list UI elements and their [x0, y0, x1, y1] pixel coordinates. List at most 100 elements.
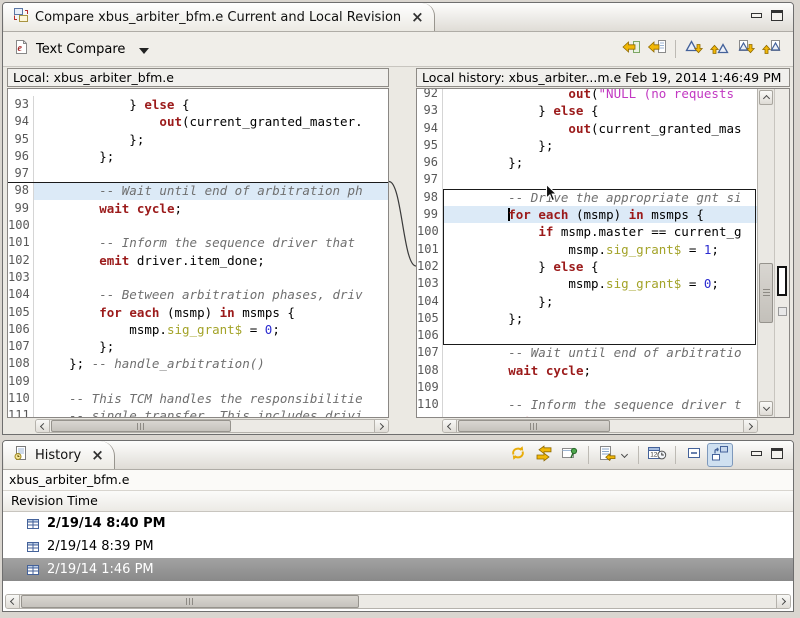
previous-difference-button[interactable] — [707, 37, 733, 61]
code-line[interactable]: 109 — [8, 373, 388, 390]
code-line[interactable]: 102 } else { — [417, 258, 757, 275]
code-line[interactable]: 102 emit driver.item_done; — [8, 252, 388, 269]
code-line[interactable]: 98 -- Wait until end of arbitration ph — [8, 182, 388, 199]
overview-marker[interactable] — [778, 307, 787, 316]
pin-editor-icon — [561, 445, 579, 465]
history-horizontal-scrollbar[interactable] — [5, 594, 791, 609]
refresh-button[interactable] — [505, 443, 531, 467]
code-line[interactable]: 108 }; -- handle_arbitration() — [8, 355, 388, 372]
history-code-pane[interactable]: 92 out("NULL (no requests93 } else {94 o… — [416, 88, 790, 418]
code-line[interactable]: 107 -- Wait until end of arbitratio — [417, 344, 757, 361]
code-line[interactable]: 94 out(current_granted_master. — [8, 113, 388, 130]
minimize-button[interactable] — [751, 13, 762, 18]
local-code-pane[interactable]: 93 } else {94 out(current_granted_master… — [7, 88, 389, 418]
scroll-left-button[interactable] — [443, 420, 457, 432]
copy-current-change-from-right-to-left-button[interactable] — [644, 37, 670, 61]
line-number: 95 — [417, 137, 443, 154]
code-line[interactable]: 97 — [417, 171, 757, 188]
tab-compare-editor[interactable]: Compare xbus_arbiter_bfm.e Current and L… — [4, 3, 435, 31]
code-line[interactable]: 96 }; — [8, 148, 388, 165]
code-line[interactable]: 97 — [8, 165, 388, 182]
scroll-right-button[interactable] — [743, 420, 757, 432]
code-line[interactable]: 106 msmp.sig_grant$ = 0; — [8, 321, 388, 338]
link-with-editor-button[interactable] — [531, 443, 557, 467]
code-line[interactable]: 92 out("NULL (no requests — [417, 89, 757, 102]
code-text: }; — [443, 137, 757, 154]
date-time-mode-button[interactable]: 12 — [644, 443, 670, 467]
code-line[interactable]: 107 }; — [8, 338, 388, 355]
history-revision-row[interactable]: 2/19/14 8:39 PM — [3, 535, 793, 558]
code-line[interactable]: 108 wait cycle; — [417, 362, 757, 379]
code-line[interactable]: 94 out(current_granted_mas — [417, 120, 757, 137]
right-horizontal-scrollbar[interactable] — [442, 419, 758, 433]
scroll-right-button[interactable] — [776, 595, 790, 608]
scroll-left-button[interactable] — [6, 595, 20, 608]
code-line[interactable]: 100 if msmp.master == current_g — [417, 223, 757, 240]
left-horizontal-scrollbar[interactable] — [35, 419, 389, 433]
scroll-right-button[interactable] — [374, 420, 388, 432]
line-number: 102 — [8, 252, 34, 269]
group-by-button[interactable] — [594, 443, 620, 467]
next-difference-button[interactable] — [681, 37, 707, 61]
horizontal-scrollbar-thumb[interactable] — [458, 420, 610, 432]
code-line[interactable]: 101 msmp.sig_grant$ = 1; — [417, 241, 757, 258]
pin-editor-button[interactable] — [557, 443, 583, 467]
previous-change-button[interactable] — [759, 37, 785, 61]
code-line[interactable]: 95 }; — [8, 131, 388, 148]
compare-mode-button[interactable] — [707, 443, 733, 467]
history-revision-row[interactable]: 2/19/14 8:40 PM — [3, 512, 793, 535]
maximize-button[interactable] — [771, 448, 783, 459]
code-text: emit driver.item_done; — [34, 252, 388, 269]
revision-time-column-header[interactable]: Revision Time — [3, 491, 793, 512]
minimize-button[interactable] — [751, 451, 762, 456]
code-line[interactable]: 110 -- Inform the sequence driver t — [417, 396, 757, 413]
horizontal-scrollbar-thumb[interactable] — [51, 420, 231, 432]
history-window-buttons — [751, 448, 783, 459]
vertical-scrollbar[interactable] — [757, 89, 774, 417]
scroll-left-button[interactable] — [36, 420, 50, 432]
code-line[interactable]: 110 -- This TCM handles the responsibili… — [8, 390, 388, 407]
code-text: -- Between arbitration phases, driv — [34, 286, 388, 303]
overview-ruler[interactable] — [774, 89, 789, 417]
toolbar-separator — [638, 446, 639, 464]
code-line[interactable]: 98 -- Drive the appropriate gnt si — [417, 189, 757, 206]
dropdown-arrow-icon[interactable] — [621, 450, 628, 457]
scroll-down-button[interactable] — [759, 401, 773, 416]
code-line[interactable]: 104 }; — [417, 293, 757, 310]
horizontal-scrollbar-thumb[interactable] — [21, 595, 359, 608]
line-number: 108 — [8, 355, 34, 372]
code-line[interactable]: 100 — [8, 217, 388, 234]
tab-history[interactable]: History × — [4, 441, 115, 469]
close-icon[interactable]: × — [411, 10, 424, 25]
history-revision-row[interactable]: 2/19/14 1:46 PM — [3, 558, 793, 581]
code-text: } else { — [34, 96, 388, 113]
group-by-icon — [598, 445, 616, 465]
close-icon[interactable]: × — [91, 448, 104, 463]
code-line[interactable]: 111 -- single transfer. This includes dr… — [8, 407, 388, 418]
copy-all-from-right-to-left-button[interactable] — [618, 37, 644, 61]
code-line[interactable]: 106 — [417, 327, 757, 344]
code-line[interactable]: 103 — [8, 269, 388, 286]
e-file-icon: e — [13, 39, 29, 59]
code-line[interactable]: 105 for each (msmp) in msmps { — [8, 304, 388, 321]
code-line[interactable]: 93 } else { — [417, 102, 757, 119]
code-line[interactable]: 96 }; — [417, 154, 757, 171]
mode-dropdown-arrow-icon[interactable] — [139, 48, 149, 54]
date-time-mode-icon: 12 — [647, 445, 667, 465]
scroll-up-button[interactable] — [759, 90, 773, 105]
code-line[interactable]: 99 wait cycle; — [8, 200, 388, 217]
code-line[interactable]: 105 }; — [417, 310, 757, 327]
code-line[interactable]: 104 -- Between arbitration phases, driv — [8, 286, 388, 303]
code-line[interactable]: 93 } else { — [8, 96, 388, 113]
code-line[interactable]: 95 }; — [417, 137, 757, 154]
code-line[interactable]: 111 emit driver.item_done; — [417, 414, 757, 417]
overview-change-marker[interactable] — [777, 266, 787, 296]
code-line[interactable]: 109 — [417, 379, 757, 396]
code-line[interactable]: 99 for each (msmp) in msmps { — [417, 206, 757, 223]
vertical-scrollbar-thumb[interactable] — [759, 263, 773, 323]
code-line[interactable]: 103 msmp.sig_grant$ = 0; — [417, 275, 757, 292]
collapse-all-button[interactable] — [681, 443, 707, 467]
next-change-button[interactable] — [733, 37, 759, 61]
code-line[interactable]: 101 -- Inform the sequence driver that — [8, 234, 388, 251]
maximize-button[interactable] — [771, 10, 783, 21]
